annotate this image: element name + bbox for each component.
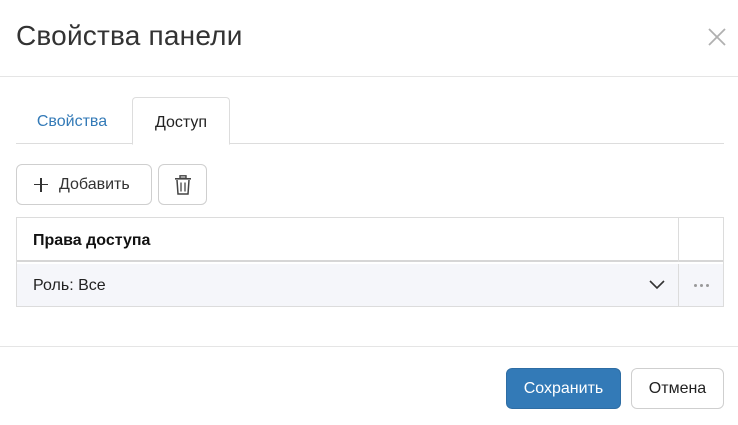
- tab-access[interactable]: Доступ: [132, 97, 230, 145]
- table-header: Права доступа: [17, 218, 723, 262]
- dialog-title: Свойства панели: [16, 20, 243, 51]
- panel-properties-dialog: Свойства панели Свойства Доступ Добавить…: [0, 0, 738, 425]
- add-button[interactable]: Добавить: [16, 164, 152, 205]
- tab-properties[interactable]: Свойства: [16, 97, 128, 144]
- dialog-footer: Сохранить Отмена: [0, 346, 738, 425]
- plus-icon: [34, 177, 48, 192]
- access-rights-table: Права доступа Роль: Все: [16, 217, 724, 307]
- row-menu-button[interactable]: [679, 264, 723, 306]
- column-divider: [678, 218, 679, 262]
- save-button[interactable]: Сохранить: [506, 368, 621, 409]
- trash-icon: [174, 174, 191, 195]
- role-dropdown-toggle[interactable]: [649, 278, 665, 292]
- dot-icon: [705, 283, 709, 287]
- close-button[interactable]: [700, 20, 734, 54]
- chevron-down-icon: [649, 280, 665, 290]
- dialog-header: Свойства панели: [0, 0, 738, 77]
- cancel-button[interactable]: Отмена: [631, 368, 724, 409]
- delete-button[interactable]: [158, 164, 207, 205]
- dot-icon: [693, 283, 697, 287]
- add-button-label: Добавить: [59, 175, 130, 193]
- tab-bar: Свойства Доступ: [16, 97, 724, 145]
- dot-icon: [699, 283, 703, 287]
- close-icon: [708, 28, 726, 46]
- role-cell: Роль: Все: [33, 277, 106, 294]
- table-row[interactable]: Роль: Все: [17, 264, 723, 306]
- column-header-access-rights: Права доступа: [33, 232, 151, 249]
